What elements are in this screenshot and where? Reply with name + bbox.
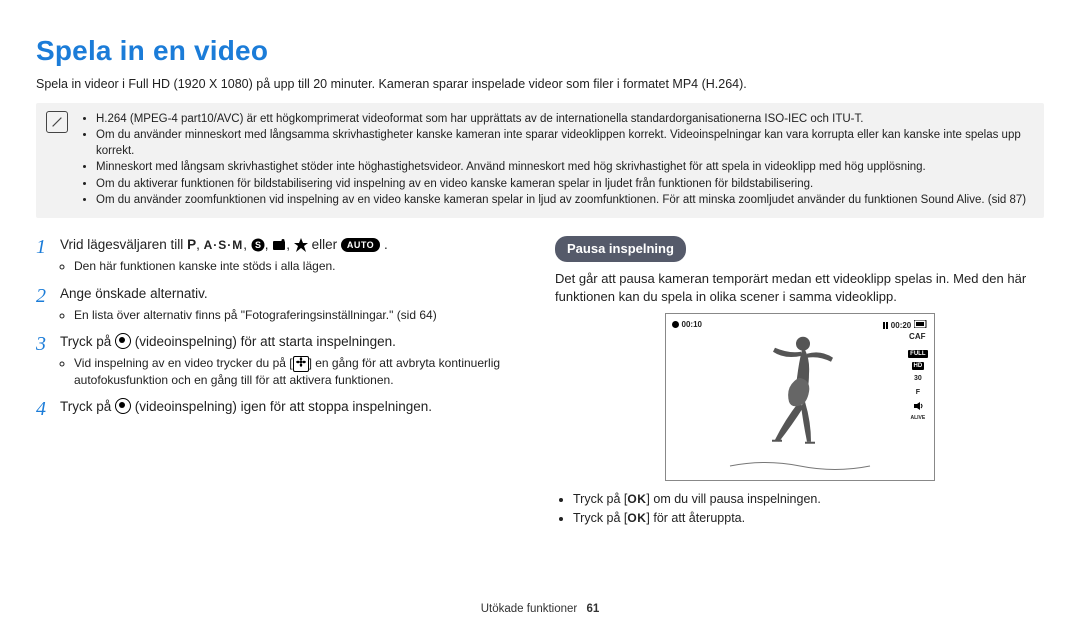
- screen-side-icons: FULL HD 30 F ALIVE: [908, 350, 927, 422]
- record-button-icon: [115, 398, 131, 414]
- pause-b1: Tryck på [OK] om du vill pausa inspelnin…: [573, 491, 1044, 508]
- b2b: ] för att återuppta.: [646, 511, 745, 525]
- step4-text-a: Tryck på: [60, 399, 115, 414]
- record-button-icon: [115, 333, 131, 349]
- mode-smart-icon: S: [251, 238, 265, 252]
- skater-illustration: [755, 330, 845, 465]
- page-footer: Utökade funktioner 61: [0, 602, 1080, 618]
- camera-screen: 00:10 00:20 CAF FULL HD 30 F ALIVE: [665, 313, 935, 481]
- step2-sub-bullet: En lista över alternativ finns på "Fotog…: [74, 307, 525, 323]
- mode-asm-icon: A·S·M: [204, 238, 244, 252]
- pause-body: Det går att pausa kameran temporärt meda…: [555, 270, 1044, 305]
- note-bullet: Om du aktiverar funktionen för bildstabi…: [96, 177, 1034, 193]
- step3-text-a: Tryck på: [60, 334, 115, 349]
- caf-label: CAF: [909, 332, 925, 343]
- note-bullet-list: H.264 (MPEG-4 part10/AVC) är ett högkomp…: [82, 112, 1034, 209]
- pause-bars-icon: [883, 322, 888, 329]
- remain-time: 00:20: [891, 321, 911, 330]
- pause-recording-heading: Pausa inspelning: [555, 236, 686, 263]
- mode-magic-icon: [294, 238, 308, 252]
- step3-sub-bullet: Vid inspelning av en video trycker du på…: [74, 355, 525, 388]
- ok-key-icon: OK: [627, 511, 646, 525]
- step4-text-b: (videoinspelning) igen för att stoppa in…: [135, 399, 432, 414]
- svg-text:S: S: [255, 240, 261, 250]
- step2-text: Ange önskade alternativ.: [60, 286, 208, 301]
- page-title: Spela in en video: [36, 32, 1044, 70]
- step1-text-mid: eller: [312, 237, 341, 252]
- full-badge: FULL: [908, 350, 927, 358]
- step3-sub-a: Vid inspelning av en video trycker du på…: [74, 356, 293, 370]
- step-list: Vrid lägesväljaren till P, A·S·M, S , , …: [36, 236, 525, 417]
- step-3: Tryck på (videoinspelning) för att start…: [36, 333, 525, 388]
- note-bullet: H.264 (MPEG-4 part10/AVC) är ett högkomp…: [96, 112, 1034, 128]
- ok-key-icon: OK: [627, 492, 646, 506]
- b1a: Tryck på [: [573, 492, 627, 506]
- pause-b2: Tryck på [OK] för att återuppta.: [573, 510, 1044, 527]
- note-bullet: Om du använder minneskort med långsamma …: [96, 128, 1034, 159]
- note-bullet: Minneskort med långsam skrivhastighet st…: [96, 160, 1034, 176]
- note-icon: [46, 111, 68, 133]
- footer-section: Utökade funktioner: [481, 603, 578, 615]
- step3-text-b: (videoinspelning) för att starta inspeln…: [135, 334, 396, 349]
- mode-p-icon: P: [187, 236, 196, 254]
- step1-text-end: .: [384, 237, 388, 252]
- f-label: F: [916, 388, 920, 397]
- b1b: ] om du vill pausa inspelningen.: [646, 492, 820, 506]
- flower-macro-icon: [293, 356, 309, 372]
- pause-instructions: Tryck på [OK] om du vill pausa inspelnin…: [555, 491, 1044, 527]
- note-callout: H.264 (MPEG-4 part10/AVC) är ett högkomp…: [36, 103, 1044, 218]
- step1-sub: Den här funktionen kanske inte stöds i a…: [60, 258, 525, 274]
- alive-label: ALIVE: [910, 415, 925, 422]
- rec-indicator: 00:10: [672, 320, 702, 331]
- rec-time: 00:10: [682, 320, 702, 329]
- left-column: Vrid lägesväljaren till P, A·S·M, S , , …: [36, 236, 525, 529]
- step-1: Vrid lägesväljaren till P, A·S·M, S , , …: [36, 236, 525, 275]
- right-column: Pausa inspelning Det går att pausa kamer…: [555, 236, 1044, 529]
- manual-page: Spela in en video Spela in videor i Full…: [0, 0, 1080, 630]
- step2-sub: En lista över alternativ finns på "Fotog…: [60, 307, 525, 323]
- step-4: Tryck på (videoinspelning) igen för att …: [36, 398, 525, 416]
- step1-sub-bullet: Den här funktionen kanske inte stöds i a…: [74, 258, 525, 274]
- fps-label: 30: [914, 374, 922, 383]
- rec-dot-icon: [672, 321, 679, 328]
- remain-indicator: 00:20: [883, 320, 928, 332]
- page-number: 61: [586, 603, 599, 615]
- step-2: Ange önskade alternativ. En lista över a…: [36, 285, 525, 323]
- ice-line: [725, 458, 875, 466]
- note-bullet: Om du använder zoomfunktionen vid inspel…: [96, 193, 1034, 209]
- content-columns: Vrid lägesväljaren till P, A·S·M, S , , …: [36, 236, 1044, 529]
- mode-auto-icon: AUTO: [341, 238, 380, 252]
- sound-icon: [912, 401, 924, 411]
- step1-text-a: Vrid lägesväljaren till: [60, 237, 187, 252]
- camera-screen-illustration: 00:10 00:20 CAF FULL HD 30 F ALIVE: [555, 313, 1044, 481]
- mode-scene-icon: [272, 238, 286, 252]
- sd-card-icon: [914, 320, 928, 328]
- b2a: Tryck på [: [573, 511, 627, 525]
- step3-sub: Vid inspelning av en video trycker du på…: [60, 355, 525, 388]
- hd-badge: HD: [912, 362, 925, 370]
- intro-paragraph: Spela in videor i Full HD (1920 X 1080) …: [36, 76, 1044, 93]
